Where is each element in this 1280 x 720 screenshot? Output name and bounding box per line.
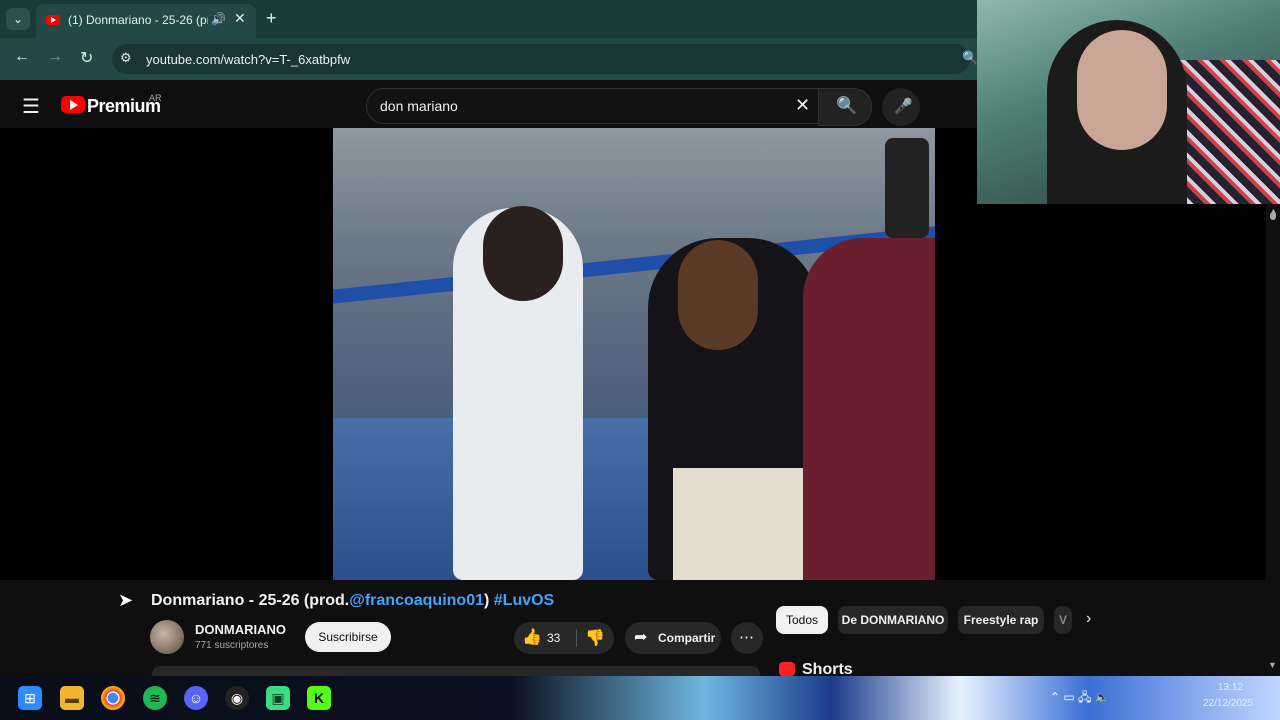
search-button[interactable]: 🔍 bbox=[818, 88, 872, 126]
voice-search-button[interactable]: 🎤 bbox=[882, 88, 920, 126]
person-skirt bbox=[673, 468, 803, 580]
microphone-icon: 🎤 bbox=[894, 98, 913, 115]
chip-from-channel[interactable]: De DONMARIANO bbox=[838, 606, 948, 634]
taskbar-time[interactable]: 13:12 bbox=[1218, 682, 1243, 693]
webcam-overlay bbox=[977, 0, 1280, 204]
site-info-icon[interactable]: ⚙ bbox=[120, 50, 132, 66]
chip-freestyle-rap[interactable]: Freestyle rap bbox=[958, 606, 1044, 634]
shorts-icon bbox=[779, 662, 795, 676]
video-frame[interactable] bbox=[333, 128, 935, 580]
search-icon: 🔍 bbox=[836, 96, 858, 115]
android-studio-icon[interactable]: ▣ bbox=[266, 686, 290, 710]
country-code: AR bbox=[149, 93, 162, 103]
thumbs-down-icon[interactable]: 👎 bbox=[585, 628, 605, 648]
share-arrow-icon: ➦ bbox=[634, 629, 648, 646]
search-input[interactable] bbox=[380, 98, 780, 114]
scrollbar-thumb[interactable] bbox=[1270, 212, 1276, 220]
zoom-icon[interactable]: 🔍 bbox=[962, 50, 978, 66]
title-paren: ) bbox=[483, 592, 490, 609]
new-tab-button[interactable]: + bbox=[266, 8, 277, 29]
more-dots-icon: ⋯ bbox=[739, 629, 754, 646]
scroll-down-icon[interactable]: ▼ bbox=[1268, 660, 1277, 670]
divider bbox=[576, 629, 577, 647]
channel-name[interactable]: DONMARIANO bbox=[195, 622, 286, 637]
youtube-header: ☰ Premium AR ✕ 🔍 🎤 bbox=[0, 80, 980, 128]
more-actions-button[interactable]: ⋯ bbox=[731, 622, 763, 654]
description-box[interactable] bbox=[152, 666, 760, 676]
speaker-icon[interactable]: 🔊 bbox=[211, 12, 226, 26]
person-head bbox=[678, 240, 758, 350]
hamburger-menu-icon[interactable]: ☰ bbox=[22, 94, 40, 119]
hashtag-link[interactable]: #LuvOS bbox=[494, 592, 554, 609]
thumbs-up-icon[interactable]: 👍 bbox=[522, 627, 542, 647]
channel-avatar[interactable] bbox=[150, 620, 184, 654]
title-text: Donmariano - 25-26 (prod. bbox=[151, 592, 350, 609]
tab-search-chevron-icon[interactable]: ⌄ bbox=[6, 8, 30, 30]
streamer-face bbox=[1077, 30, 1167, 150]
mention-link[interactable]: @francoaquino01 bbox=[349, 592, 484, 609]
bed-image bbox=[1177, 60, 1280, 204]
browser-tab-active[interactable]: (1) Donmariano - 25-26 (prod. 🔊 ✕ bbox=[36, 4, 256, 38]
video-title: Donmariano - 25-26 (prod.@francoaquino01… bbox=[151, 592, 554, 610]
browser-toolbar: ← → ↻ ⚙ youtube.com/watch?v=T-_6xatbpfw … bbox=[0, 38, 980, 80]
system-tray-icons[interactable]: ⌃ ▭ 🖧 🔈 bbox=[1050, 688, 1110, 709]
search-box[interactable]: ✕ bbox=[366, 88, 820, 124]
person-maroon-sweater bbox=[803, 238, 935, 580]
reload-icon[interactable]: ↻ bbox=[80, 48, 93, 68]
tab-title: (1) Donmariano - 25-26 (prod. bbox=[68, 13, 208, 27]
kick-icon[interactable]: K bbox=[307, 686, 331, 710]
youtube-logo-icon[interactable] bbox=[61, 96, 85, 113]
chip-partial[interactable]: V bbox=[1054, 606, 1072, 634]
address-bar[interactable]: ⚙ youtube.com/watch?v=T-_6xatbpfw 🔍 bbox=[112, 44, 978, 74]
page-scrollbar[interactable] bbox=[1266, 204, 1280, 676]
mouse-cursor-icon: ➤ bbox=[118, 590, 134, 610]
phone-image bbox=[885, 138, 929, 238]
chevron-right-icon[interactable]: › bbox=[1086, 610, 1091, 628]
youtube-favicon-icon bbox=[46, 15, 60, 25]
subscriber-count: 771 suscriptores bbox=[195, 640, 269, 651]
windows-start-icon[interactable]: ⊞ bbox=[18, 686, 42, 710]
close-tab-icon[interactable]: ✕ bbox=[234, 10, 246, 27]
share-label: Compartir bbox=[658, 631, 716, 645]
like-count[interactable]: 33 bbox=[547, 631, 560, 645]
person-head bbox=[483, 206, 563, 301]
spotify-icon[interactable]: ≋ bbox=[143, 686, 167, 710]
url-text[interactable]: youtube.com/watch?v=T-_6xatbpfw bbox=[146, 52, 350, 67]
discord-icon[interactable]: ☺ bbox=[184, 686, 208, 710]
file-explorer-icon[interactable]: ▬ bbox=[60, 686, 84, 710]
taskbar-date[interactable]: 22/12/2025 bbox=[1203, 698, 1253, 709]
subscribe-button[interactable]: Suscribirse bbox=[305, 622, 391, 652]
chrome-icon[interactable] bbox=[101, 686, 125, 710]
like-dislike-group: 👍 33 👎 bbox=[514, 622, 614, 654]
obs-icon[interactable]: ◉ bbox=[225, 686, 249, 710]
clear-search-icon[interactable]: ✕ bbox=[795, 95, 810, 116]
forward-arrow-icon[interactable]: → bbox=[47, 48, 63, 66]
chip-all[interactable]: Todos bbox=[776, 606, 828, 634]
back-arrow-icon[interactable]: ← bbox=[14, 48, 30, 66]
share-button[interactable]: ➦ Compartir bbox=[625, 622, 721, 654]
